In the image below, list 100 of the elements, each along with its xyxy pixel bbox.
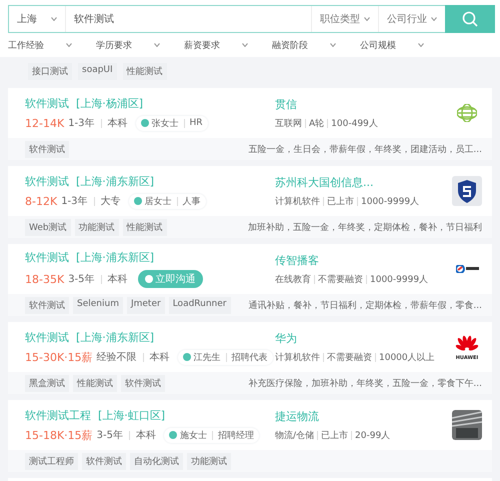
caret-icon [364,17,370,21]
caret-icon [51,17,57,21]
company-info-text: 1000-9999人 [370,274,428,286]
education-text: 本科 [108,116,128,130]
skill-tag: 性能测试 [122,63,167,80]
company-info-text: 互联网 [275,118,302,130]
recruiter-role: 人事 [182,196,201,208]
shield-icon [458,180,476,202]
company-info-text: 计算机软件 [275,352,320,364]
skill-tag: 软件测试 [121,374,165,392]
job-card[interactable]: 软件测试工程 [上海·虹口区] 15-18K·15薪 3-5年 本科 施女士 招聘经理 捷运物流 物流/仓储 已上市 20-99人 测试工程师 软件测试 自动化测试 功能测试 [8,400,492,472]
recruiter-chip[interactable]: 居女士 人事 [128,194,206,208]
experience-text: 3-5年 [96,429,124,442]
company-info-text: 不需要融资 [327,352,372,364]
salary-text: 12-14K [25,116,64,130]
city-dropdown[interactable]: 上海 [9,6,66,32]
chat-icon [144,275,153,283]
recruiter-role: HR [190,118,203,128]
filter-label: 融资阶段 [272,40,308,52]
filter-label: 薪资要求 [184,40,220,52]
dropdown-label: 公司行业 [387,12,427,26]
skill-tag: 自动化测试 [130,452,183,470]
skill-tag: Jmeter [126,296,165,314]
recruiter-chip[interactable]: 张女士 HR [136,116,208,130]
skill-tag: 性能测试 [73,374,117,392]
avatar-icon [134,197,142,205]
search-button[interactable] [445,5,495,33]
caret-icon [66,43,72,47]
skill-tag: 软件测试 [82,452,126,470]
education-text: 本科 [136,428,156,442]
avatar-icon [169,431,178,439]
benefits-text: 通讯补贴，餐补，节日福利，定期体检，带薪年假，零食... [248,300,482,312]
skill-tag: 功能测试 [74,218,119,236]
job-card[interactable]: 软件测试 [上海·杨浦区] 12-14K 1-3年 本科 张女士 HR 贯信 互联网 A轮 100-499人 软件测试 五险一金，生日会，带薪年假，年终奖，团建活动，员工... [8,88,492,160]
company-info-text: 20-99人 [355,430,390,442]
company-info-text: 不需要融资 [318,274,363,286]
job-card[interactable]: 软件测试 [上海·浦东新区] 8-12K 1-3年 大专 居女士 人事 苏州科大国创信息... 计算机软件 已上市 1000-9999人 Web测试 功能测试 性能测试 加班补助，五险一金，年终奖，定期体检，餐补，节日福利 [8,166,492,238]
caret-icon [431,17,437,21]
search-bar[interactable]: 上海 软件测试 职位类型 公司行业 [8,5,495,33]
city-label: 上海 [17,12,37,26]
petals-icon [455,335,479,352]
skill-tag: 接口测试 [28,63,72,80]
education-text: 大专 [100,194,121,208]
company-info-text: 物流/仓储 [275,430,314,442]
skill-tag: Selenium [73,296,123,314]
company-info-text: 1000-9999人 [361,196,420,208]
skill-tag: 测试工程师 [25,452,78,470]
skill-tag: 黑盒测试 [25,374,69,392]
salary-text: 8-12K [25,194,58,208]
caret-icon [330,43,336,47]
recruiter-name: 居女士 [144,196,172,208]
filter-dropdown[interactable]: 薪资要求 [184,38,272,52]
filter-dropdown[interactable]: 学历要求 [96,38,184,52]
recruiter-role: 招聘代表 [232,352,268,364]
company-info-text: 在线教育 [275,273,311,286]
salary-text: 15-18K·15薪 [25,428,93,442]
filter-label: 学历要求 [96,40,132,52]
search-field[interactable]: 软件测试 [66,6,311,32]
recruiter-name: 江先生 [194,352,221,364]
skill-tag: 性能测试 [122,218,167,236]
salary-text: 18-35K [25,272,64,286]
recruiter-role: 招聘经理 [218,430,254,442]
swirl-icon [456,265,478,273]
filter-dropdown[interactable]: 公司规模 [360,38,448,52]
recruiter-chip[interactable]: 江先生 招聘代表 [178,350,273,364]
benefits-text: 五险一金，生日会，带薪年假，年终奖，团建活动，员工... [248,144,482,156]
filter-dropdown[interactable]: 工作经验 [8,38,96,52]
education-text: 本科 [108,272,128,286]
caret-icon [154,43,160,47]
skill-tag: 功能测试 [187,452,231,470]
company-info-text: 已上市 [327,196,354,208]
education-text: 本科 [150,350,170,364]
benefits-text: 加班补助，五险一金，年终奖，定期体检，餐补，节日福利 [248,222,482,234]
dropdown-label: 职位类型 [320,12,360,26]
benefits-text: 补充医疗保险，加班补助，年终奖，五险一金，零食下午... [248,378,482,390]
experience-text: 1-3年 [68,117,95,130]
globe-icon [457,104,477,122]
filter-dropdown[interactable]: 融资阶段 [272,38,360,52]
recruiter-name: 施女士 [180,430,208,442]
experience-text: 1-3年 [61,195,88,208]
photo-placeholder [452,410,482,440]
experience-text: 3-5年 [68,273,95,286]
skill-tag: 软件测试 [25,140,69,158]
category-dropdown[interactable]: 职位类型 [311,6,378,32]
caret-icon [418,43,424,47]
skill-tag: Web测试 [25,218,71,236]
skill-tag: LoadRunner [168,296,230,314]
skill-tag: soapUI [78,63,117,80]
company-info-text: 10000人以上 [379,352,435,364]
company-info-text: 计算机软件 [275,196,320,208]
recruiter-chip[interactable]: 施女士 招聘经理 [164,428,260,442]
skill-tag: 软件测试 [25,296,69,314]
avatar-icon [140,119,149,127]
company-info-text: 已上市 [321,430,348,442]
filter-label: 工作经验 [8,40,44,52]
company-info-text: 100-499人 [331,118,378,130]
recruiter-name: 张女士 [152,118,179,130]
avatar-icon [182,353,191,361]
search-icon [462,11,478,27]
salary-text: 15-30K·15薪 [25,350,93,364]
